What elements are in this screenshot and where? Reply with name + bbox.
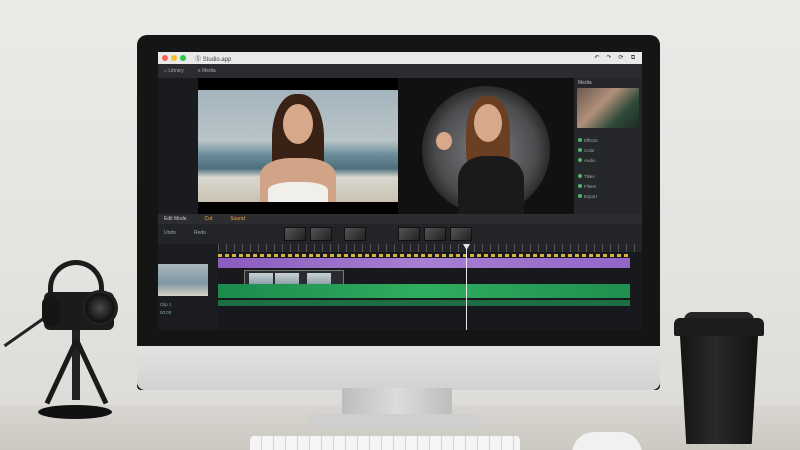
redo-icon[interactable]: ↷ <box>604 54 614 62</box>
program-viewer[interactable] <box>398 78 574 214</box>
effects-icon <box>578 138 582 142</box>
audio-track-green[interactable] <box>218 284 630 298</box>
program-preview-image <box>422 86 550 214</box>
video-track-purple[interactable] <box>218 258 630 268</box>
left-rail <box>158 78 198 214</box>
panel-item-titles[interactable]: Titles <box>578 174 595 179</box>
headphone-cup <box>42 296 60 326</box>
edit-toolbar: Edit Mode Cut Sound <box>158 214 642 224</box>
window-icon[interactable]: ⧉ <box>628 54 638 62</box>
undo-icon[interactable]: ↶ <box>592 54 602 62</box>
cut-tab[interactable]: Cut <box>205 216 213 222</box>
panel-item-label: Effects <box>584 138 598 143</box>
person-shirt <box>458 156 524 214</box>
titlebar-actions: ↶ ↷ ⟳ ⧉ <box>590 54 638 62</box>
filters-icon <box>578 184 582 188</box>
person-face <box>283 104 313 144</box>
person-hand <box>436 132 452 150</box>
camera-cable <box>3 315 47 348</box>
window-titlebar: Ⓢ Studio.app ↶ ↷ ⟳ ⧉ <box>158 52 642 64</box>
person-top <box>268 182 328 202</box>
audio-track-secondary[interactable] <box>218 300 630 306</box>
panel-item-filters[interactable]: Filters <box>578 184 596 189</box>
clip-thumbnail[interactable] <box>284 227 306 241</box>
mouse[interactable] <box>572 432 642 450</box>
timeline-sidebar: Clip 1 00:00 <box>158 244 218 330</box>
color-icon <box>578 148 582 152</box>
cup-lid <box>674 318 764 336</box>
timeline-ruler[interactable] <box>218 244 642 252</box>
monitor-chin <box>137 346 660 390</box>
panel-item-effects[interactable]: Effects <box>578 138 598 143</box>
clip-thumbnail[interactable] <box>398 227 420 241</box>
toolbar-library[interactable]: ⌂ Library <box>164 68 184 74</box>
marker-track[interactable] <box>218 254 630 257</box>
top-toolbar: ⌂ Library ≡ Media <box>158 64 642 78</box>
panel-item-label: Export <box>584 194 598 199</box>
coffee-cup <box>680 336 758 444</box>
monitor-foot <box>310 414 480 428</box>
person-face <box>474 104 502 142</box>
tripod-base <box>38 405 112 419</box>
media-panel: Media Effects Color Audio Titles Filters… <box>574 78 642 214</box>
undo-button[interactable]: Undo <box>164 230 176 236</box>
window-title: Ⓢ Studio.app <box>195 56 232 63</box>
video-editor-app: Ⓢ Studio.app ↶ ↷ ⟳ ⧉ ⌂ Library ≡ Media M… <box>158 52 642 330</box>
timeline-preview-thumbnail[interactable] <box>158 264 208 296</box>
panel-item-label: Titles <box>584 174 595 179</box>
source-preview-image <box>198 90 398 202</box>
clip-strip-bar: Undo Redo <box>158 224 642 244</box>
panel-item-label: Color <box>584 148 595 153</box>
panel-item-label: Audio <box>584 158 596 163</box>
clip-thumbnail[interactable] <box>344 227 366 241</box>
close-window-button[interactable] <box>162 55 168 61</box>
redo-button[interactable]: Redo <box>194 230 206 236</box>
clip-thumbnail[interactable] <box>450 227 472 241</box>
keyboard[interactable] <box>250 436 520 450</box>
source-viewer[interactable] <box>198 78 398 214</box>
panel-item-color[interactable]: Color <box>578 148 595 153</box>
refresh-icon[interactable]: ⟳ <box>616 54 626 62</box>
timeline-clip-label: Clip 1 <box>160 302 172 307</box>
camera-tripod <box>3 260 130 430</box>
sound-tab[interactable]: Sound <box>230 216 244 222</box>
media-thumbnail[interactable] <box>577 88 639 128</box>
camera-lens <box>82 290 118 326</box>
panel-item-export[interactable]: Export <box>578 194 597 199</box>
toolbar-media[interactable]: ≡ Media <box>198 68 216 74</box>
titles-icon <box>578 174 582 178</box>
media-panel-title: Media <box>578 80 592 86</box>
clip-thumbnail[interactable] <box>310 227 332 241</box>
panel-item-label: Filters <box>584 184 597 189</box>
panel-item-audio[interactable]: Audio <box>578 158 596 163</box>
maximize-window-button[interactable] <box>180 55 186 61</box>
audio-icon <box>578 158 582 162</box>
edit-mode-tab[interactable]: Edit Mode <box>164 216 187 222</box>
minimize-window-button[interactable] <box>171 55 177 61</box>
export-icon <box>578 194 582 198</box>
playhead[interactable] <box>466 244 467 330</box>
clip-thumbnail[interactable] <box>424 227 446 241</box>
timeline-timecode: 00:00 <box>160 310 172 315</box>
timeline[interactable] <box>218 244 642 330</box>
